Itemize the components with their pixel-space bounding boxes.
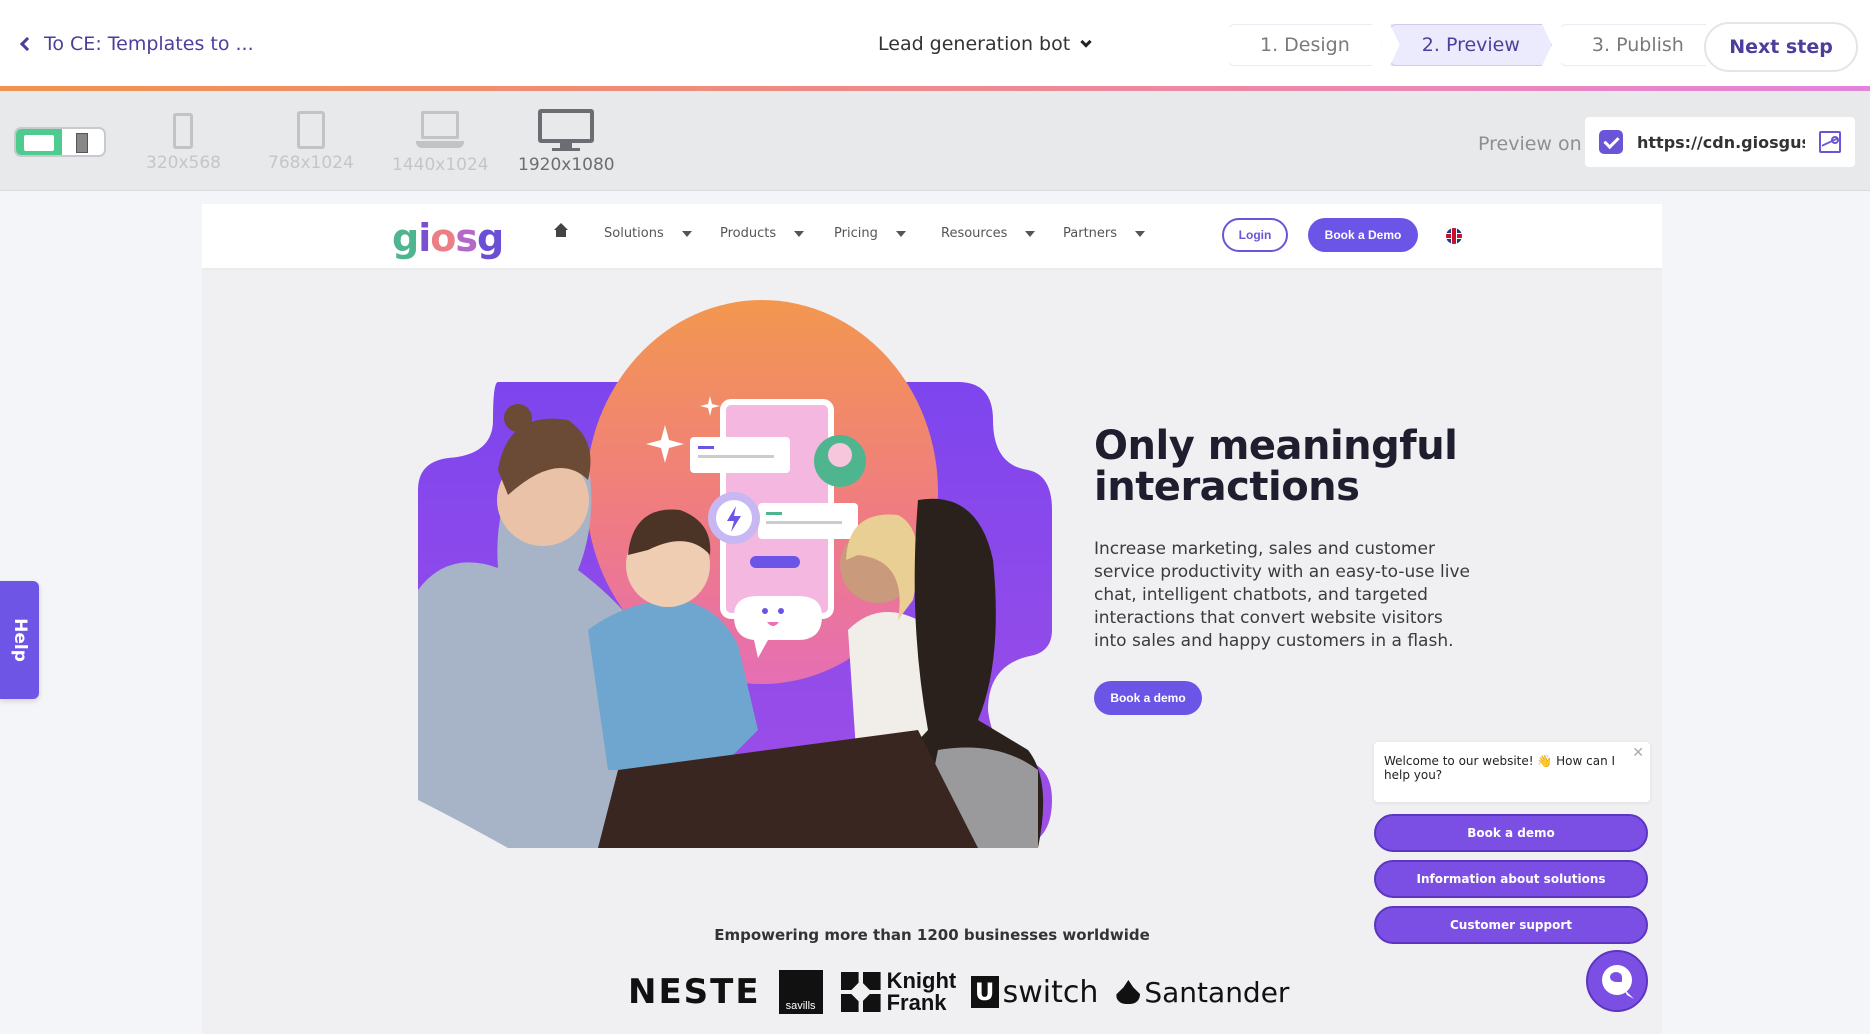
knight-frank-mark-icon bbox=[840, 972, 881, 1012]
uswitch-mark-icon: U bbox=[970, 976, 999, 1008]
chevron-left-icon bbox=[19, 36, 35, 52]
nav-label: Pricing bbox=[834, 226, 878, 241]
chat-option-book-demo[interactable]: Book a demo bbox=[1374, 814, 1648, 852]
hero-content: Only meaningful interactions Increase ma… bbox=[1094, 426, 1494, 715]
chat-option-solutions[interactable]: Information about solutions bbox=[1374, 860, 1648, 898]
knight-frank-logo: Knight Frank bbox=[840, 970, 956, 1014]
caret-down-icon bbox=[681, 230, 692, 237]
client-logos: NESTE savills Knight Frank U switch Sant… bbox=[628, 970, 1289, 1014]
step-navigation: 1. Design 2. Preview 3. Publish bbox=[1228, 24, 1716, 66]
nav-partners[interactable]: Partners bbox=[1063, 226, 1146, 241]
preview-url-field[interactable]: https://cdn.giosguse... bbox=[1585, 117, 1855, 167]
chat-option-support[interactable]: Customer support bbox=[1374, 906, 1648, 944]
device-label: 320x568 bbox=[146, 153, 221, 173]
home-icon[interactable] bbox=[554, 223, 568, 240]
preview-stage: giosg Solutions Products Pricing Resourc… bbox=[0, 192, 1870, 1034]
neste-logo: NESTE bbox=[628, 972, 761, 1012]
image-icon[interactable] bbox=[1819, 131, 1841, 153]
nav-label: Partners bbox=[1063, 226, 1118, 241]
giosg-logo[interactable]: giosg bbox=[392, 216, 504, 260]
step-design[interactable]: 1. Design bbox=[1228, 24, 1382, 66]
chat-welcome-text: Welcome to our website! 👋 How can I help… bbox=[1384, 754, 1616, 782]
hero-title: Only meaningful interactions bbox=[1094, 423, 1458, 510]
view-mode-toggle[interactable] bbox=[14, 127, 106, 157]
chat-launcher-button[interactable] bbox=[1586, 950, 1648, 1012]
site-login-button[interactable]: Login bbox=[1222, 218, 1288, 252]
nav-label: Solutions bbox=[604, 226, 664, 241]
device-1440x1024[interactable]: 1440x1024 bbox=[392, 109, 489, 175]
site-navbar: giosg Solutions Products Pricing Resourc… bbox=[202, 204, 1662, 268]
device-768x1024[interactable]: 768x1024 bbox=[268, 109, 354, 173]
laptop-icon bbox=[416, 111, 465, 151]
next-step-button[interactable]: Next step bbox=[1704, 22, 1858, 72]
nav-solutions[interactable]: Solutions bbox=[604, 226, 720, 241]
step-publish[interactable]: 3. Publish bbox=[1560, 24, 1716, 66]
top-header: To CE: Templates to ... Lead generation … bbox=[0, 0, 1870, 88]
bot-select-value: Lead generation bot bbox=[878, 33, 1071, 55]
savills-logo: savills bbox=[778, 970, 823, 1014]
device-label: 1920x1080 bbox=[518, 155, 615, 175]
preview-url-text: https://cdn.giosguse... bbox=[1637, 132, 1805, 152]
chat-bubble-icon bbox=[1602, 965, 1632, 995]
phone-icon bbox=[173, 113, 194, 149]
caret-down-icon bbox=[794, 230, 805, 237]
preview-toolbar: 320x568 768x1024 1440x1024 1920x1080 Pre… bbox=[0, 91, 1870, 191]
nav-products[interactable]: Products bbox=[720, 226, 834, 241]
chat-welcome-message: Welcome to our website! 👋 How can I help… bbox=[1374, 742, 1650, 802]
chevron-down-icon bbox=[1080, 35, 1092, 48]
site-nav-menu: Solutions Products Pricing Resources Par… bbox=[604, 226, 1146, 241]
hero-book-demo-button[interactable]: Book a demo bbox=[1094, 681, 1202, 715]
back-link-label: To CE: Templates to ... bbox=[44, 33, 254, 55]
help-tab[interactable]: Help bbox=[0, 581, 39, 699]
device-1920x1080[interactable]: 1920x1080 bbox=[518, 109, 615, 175]
uswitch-logo: U switch bbox=[970, 975, 1098, 1010]
santander-flame-icon bbox=[1116, 980, 1141, 1004]
website-preview-frame: giosg Solutions Products Pricing Resourc… bbox=[202, 204, 1662, 1034]
device-label: 768x1024 bbox=[268, 153, 354, 173]
caret-down-icon bbox=[1135, 230, 1146, 237]
nav-resources[interactable]: Resources bbox=[941, 226, 1063, 241]
santander-logo: Santander bbox=[1116, 976, 1289, 1009]
caret-down-icon bbox=[895, 230, 906, 237]
uk-flag-icon[interactable] bbox=[1446, 228, 1462, 244]
desktop-icon bbox=[538, 109, 595, 151]
caret-down-icon bbox=[1025, 230, 1036, 237]
step-preview[interactable]: 2. Preview bbox=[1390, 24, 1552, 66]
hero-illustration bbox=[418, 300, 1052, 848]
bot-select-dropdown[interactable]: Lead generation bot bbox=[878, 33, 1092, 55]
nav-pricing[interactable]: Pricing bbox=[834, 226, 941, 241]
device-320x568[interactable]: 320x568 bbox=[146, 109, 221, 173]
back-link[interactable]: To CE: Templates to ... bbox=[18, 33, 254, 55]
help-label: Help bbox=[9, 618, 30, 662]
nav-label: Resources bbox=[941, 226, 1008, 241]
preview-on-label: Preview on bbox=[1478, 133, 1582, 155]
site-book-demo-button[interactable]: Book a Demo bbox=[1308, 218, 1418, 252]
hero-description: Increase marketing, sales and customer s… bbox=[1094, 539, 1470, 651]
close-icon[interactable]: ✕ bbox=[1632, 746, 1644, 760]
nav-label: Products bbox=[720, 226, 777, 241]
tablet-icon bbox=[296, 111, 325, 149]
device-label: 1440x1024 bbox=[392, 155, 489, 175]
landscape-view-icon bbox=[16, 129, 62, 155]
preview-url-checkbox[interactable] bbox=[1599, 130, 1623, 154]
